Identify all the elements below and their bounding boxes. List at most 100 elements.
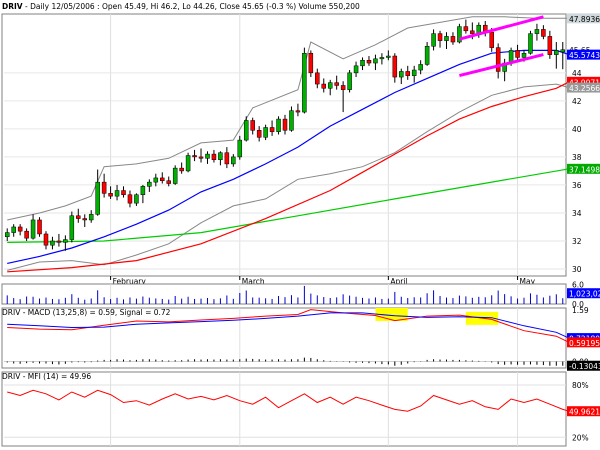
candle-body bbox=[431, 33, 436, 47]
candle-body bbox=[147, 181, 152, 187]
candle-body bbox=[17, 226, 23, 232]
candle-body bbox=[515, 50, 520, 58]
chart-canvas: DRIV - Daily 12/05/2006 : Open 45.49, Hi… bbox=[0, 0, 600, 447]
candle-body bbox=[418, 64, 423, 71]
macd-title: DRIV - MACD (13,25,8) = 0.59, Signal = 0… bbox=[2, 308, 171, 317]
volume-y-tick-label: 6.0 bbox=[572, 281, 584, 290]
candle-body bbox=[30, 219, 36, 239]
candle-body bbox=[37, 219, 42, 235]
price-panel: DRIV - Daily 12/05/2006 : Open 45.49, Hi… bbox=[0, 0, 600, 286]
candle-body bbox=[82, 218, 87, 221]
price-y-tick-label: 30 bbox=[572, 265, 582, 274]
candle-body bbox=[495, 47, 501, 72]
candle-body bbox=[243, 120, 249, 141]
candle-body bbox=[379, 57, 385, 60]
price-level-label: 37.1498 bbox=[569, 165, 600, 174]
candle-body bbox=[489, 31, 494, 48]
candle-body bbox=[295, 110, 301, 113]
stock-chart: DRIV - Daily 12/05/2006 : Open 45.49, Hi… bbox=[0, 0, 600, 450]
candle-body bbox=[101, 181, 107, 194]
candle-body bbox=[179, 167, 184, 172]
candle-body bbox=[153, 177, 159, 183]
candle-body bbox=[63, 239, 68, 243]
candle-body bbox=[50, 240, 55, 246]
candle-body bbox=[4, 232, 10, 238]
price-y-tick-label: 34 bbox=[572, 209, 582, 218]
mfi-plot-area bbox=[1, 371, 567, 447]
price-y-tick-label: 42 bbox=[572, 97, 582, 106]
candle-body bbox=[172, 167, 178, 184]
volume-panel: DRIV - Volume = 550,200.006.01,023,0200.… bbox=[1, 281, 600, 309]
price-y-tick-label: 44 bbox=[572, 69, 582, 78]
candle-body bbox=[237, 139, 243, 158]
price-title-details: - Daily 12/05/2006 : Open 45.49, Hi 46.2… bbox=[23, 2, 360, 11]
candle-body bbox=[69, 215, 75, 240]
candle-body bbox=[444, 36, 449, 41]
mfi-panel: DRIV - MFI (14) = 49.96 80% 49.9621 20% bbox=[1, 371, 600, 447]
candle-body bbox=[411, 69, 417, 76]
candle-body bbox=[463, 26, 469, 32]
candle-body bbox=[24, 230, 29, 239]
candle-body bbox=[166, 180, 171, 184]
candle-body bbox=[373, 58, 378, 64]
candle-body bbox=[470, 30, 475, 34]
volume-plot-area bbox=[1, 283, 567, 305]
candle-body bbox=[302, 52, 307, 113]
candle-body bbox=[250, 120, 255, 131]
candle-body bbox=[392, 55, 398, 78]
candle-body bbox=[205, 153, 210, 159]
candle-body bbox=[521, 52, 527, 58]
mfi-title: DRIV - MFI (14) = 49.96 bbox=[2, 372, 91, 381]
candle-body bbox=[224, 152, 230, 165]
mfi-level-label: 49.9621 bbox=[569, 408, 600, 417]
candle-body bbox=[114, 190, 120, 197]
price-level-label: 45.5743 bbox=[569, 51, 600, 60]
price-y-tick-label: 38 bbox=[572, 153, 582, 162]
candle-body bbox=[334, 82, 339, 86]
candle-body bbox=[43, 233, 49, 246]
candle-body bbox=[315, 72, 320, 85]
macd-level-label: -0.130439 bbox=[569, 362, 600, 371]
candle-body bbox=[211, 153, 217, 160]
candle-body bbox=[554, 50, 559, 55]
price-y-tick-label: 40 bbox=[572, 125, 582, 134]
price-level-label: 43.2566 bbox=[569, 84, 600, 93]
candle-body bbox=[88, 214, 94, 221]
price-chart-title: DRIV - Daily 12/05/2006 : Open 45.49, Hi… bbox=[2, 2, 360, 11]
candle-body bbox=[127, 194, 133, 204]
candle-body bbox=[366, 59, 372, 64]
candle-body bbox=[353, 65, 359, 74]
candle-body bbox=[134, 194, 139, 204]
mfi-y-tick-label: 80% bbox=[572, 381, 589, 390]
candle-body bbox=[276, 118, 281, 132]
price-level-label: 47.8936 bbox=[569, 15, 600, 24]
mfi-y-tick-label: 20% bbox=[572, 433, 589, 442]
candle-body bbox=[76, 215, 81, 219]
candle-body bbox=[360, 59, 365, 67]
candle-body bbox=[308, 52, 314, 74]
macd-panel: DRIV - MACD (13,25,8) = 0.59, Signal = 0… bbox=[1, 306, 600, 371]
price-y-tick-label: 32 bbox=[572, 237, 582, 246]
candle-body bbox=[321, 83, 327, 89]
price-plot-area bbox=[1, 13, 567, 277]
candle-body bbox=[231, 156, 236, 165]
candle-body bbox=[56, 240, 62, 243]
candle-body bbox=[340, 85, 346, 90]
candle-body bbox=[192, 155, 197, 158]
candle-body bbox=[399, 71, 404, 78]
candle-body bbox=[560, 49, 566, 53]
candle-body bbox=[218, 152, 223, 160]
candle-body bbox=[198, 156, 204, 159]
candle-body bbox=[121, 190, 126, 195]
candle-body bbox=[160, 177, 165, 181]
volume-level-label: 1,023,020 bbox=[569, 290, 600, 299]
candle-body bbox=[185, 155, 191, 172]
candle-body bbox=[405, 71, 410, 76]
candle-body bbox=[263, 127, 268, 138]
candle-body bbox=[541, 29, 546, 37]
macd-level-label: 0.591950 bbox=[569, 339, 600, 348]
candle-body bbox=[528, 33, 533, 54]
candle-body bbox=[282, 118, 288, 131]
candle-body bbox=[269, 127, 275, 132]
candle-body bbox=[327, 82, 333, 89]
